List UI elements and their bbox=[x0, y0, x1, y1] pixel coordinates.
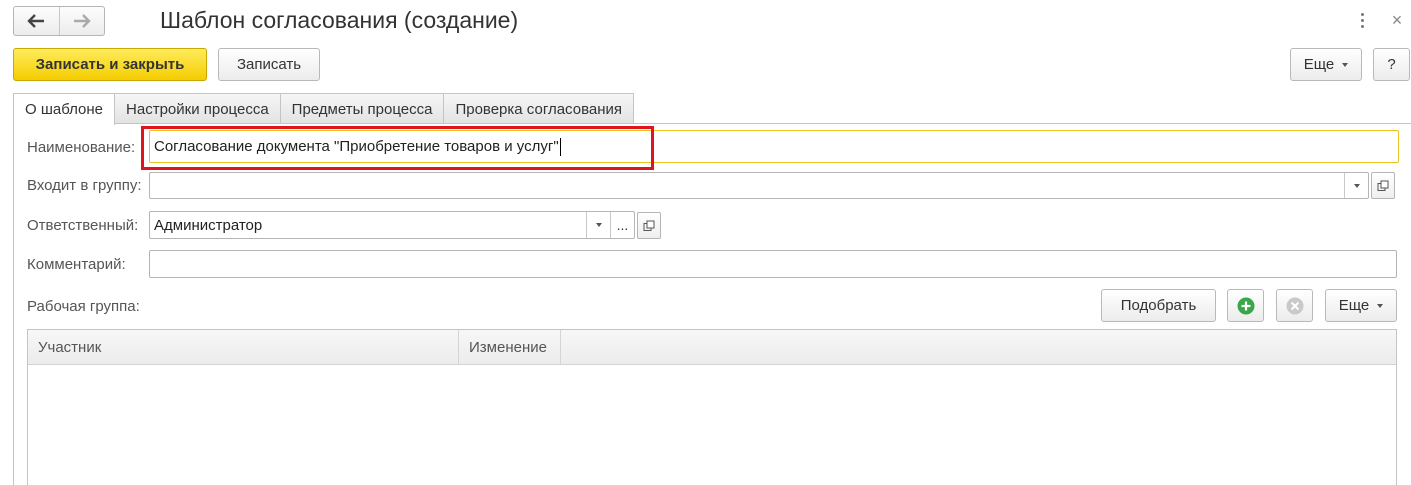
responsible-value: Администратор bbox=[154, 216, 263, 234]
forward-button[interactable] bbox=[58, 7, 105, 35]
workgroup-more-button[interactable]: Еще bbox=[1325, 289, 1397, 322]
highlight-box bbox=[141, 126, 654, 170]
more-menu-button[interactable]: Еще bbox=[1290, 48, 1362, 81]
more-label: Еще bbox=[1303, 56, 1335, 73]
back-arrow-icon bbox=[27, 14, 45, 28]
responsible-input[interactable]: Администратор ... bbox=[149, 211, 635, 239]
navigation-buttons bbox=[13, 6, 105, 36]
chevron-down-icon bbox=[1342, 62, 1349, 67]
more-label: Еще bbox=[1338, 297, 1370, 314]
group-label: Входит в группу: bbox=[27, 177, 142, 194]
add-icon bbox=[1237, 297, 1254, 314]
back-button[interactable] bbox=[14, 7, 59, 35]
chevron-down-icon bbox=[1377, 303, 1384, 308]
column-header-change[interactable]: Изменение bbox=[459, 330, 561, 365]
group-open-button[interactable] bbox=[1371, 172, 1395, 199]
comment-label: Комментарий: bbox=[27, 256, 126, 273]
forward-arrow-icon bbox=[73, 14, 91, 28]
close-icon[interactable]: × bbox=[1389, 11, 1405, 29]
delete-icon bbox=[1286, 297, 1303, 314]
tab-bar: О шаблоне Настройки процесса Предметы пр… bbox=[13, 93, 634, 125]
group-dropdown-button[interactable] bbox=[1344, 173, 1368, 198]
open-form-icon bbox=[1377, 180, 1389, 191]
tab-process-subjects[interactable]: Предметы процесса bbox=[279, 93, 445, 124]
column-header-participant[interactable]: Участник bbox=[28, 330, 459, 365]
more-vertical-icon[interactable] bbox=[1355, 9, 1369, 31]
help-button[interactable]: ? bbox=[1373, 48, 1410, 81]
tab-about-template[interactable]: О шаблоне bbox=[13, 93, 116, 125]
tab-divider bbox=[114, 123, 1411, 124]
responsible-label: Ответственный: bbox=[27, 217, 139, 234]
tab-approval-check[interactable]: Проверка согласования bbox=[443, 93, 634, 124]
responsible-open-button[interactable] bbox=[637, 212, 661, 239]
name-label: Наименование: bbox=[27, 139, 136, 156]
comment-input[interactable] bbox=[149, 250, 1397, 278]
content-border bbox=[13, 124, 14, 485]
group-input[interactable] bbox=[149, 172, 1369, 199]
pick-button[interactable]: Подобрать bbox=[1101, 289, 1216, 322]
save-button[interactable]: Записать bbox=[218, 48, 320, 81]
responsible-select-button[interactable]: ... bbox=[610, 212, 634, 238]
delete-row-button[interactable] bbox=[1276, 289, 1313, 322]
save-and-close-button[interactable]: Записать и закрыть bbox=[13, 48, 207, 81]
window-title: Шаблон согласования (создание) bbox=[160, 7, 519, 33]
open-form-icon bbox=[643, 220, 655, 231]
tab-process-settings[interactable]: Настройки процесса bbox=[114, 93, 281, 124]
workgroup-label: Рабочая группа: bbox=[27, 298, 140, 315]
dropdown-icon bbox=[595, 223, 602, 227]
dropdown-icon bbox=[1353, 183, 1360, 188]
responsible-dropdown-button[interactable] bbox=[586, 212, 610, 238]
add-row-button[interactable] bbox=[1227, 289, 1264, 322]
table-header: Участник Изменение bbox=[28, 330, 1396, 365]
workgroup-table: Участник Изменение bbox=[27, 329, 1397, 485]
